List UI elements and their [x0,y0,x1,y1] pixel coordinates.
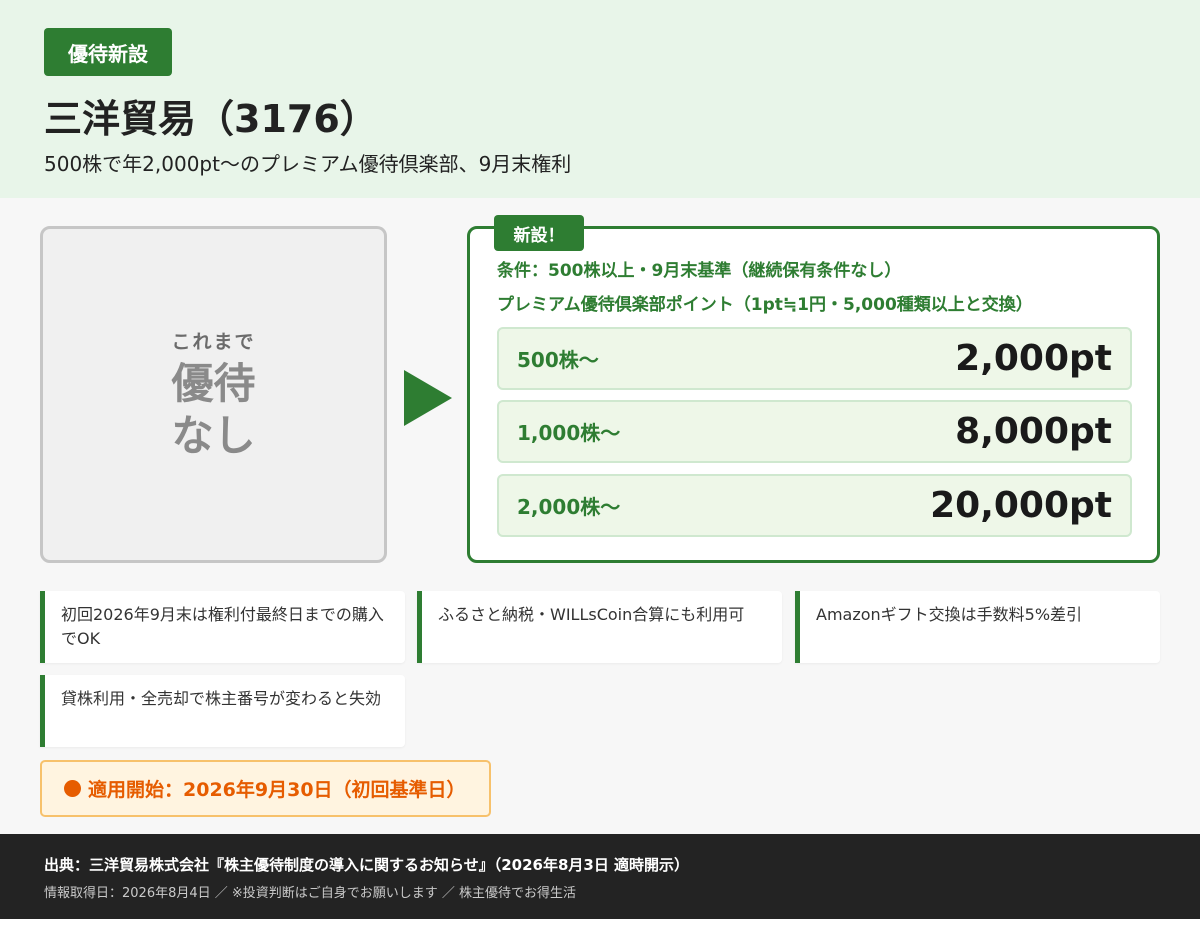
tier-points: 8,000pt [955,411,1112,452]
note-card: ふるさと納税・WILLsCoin合算にも利用可 [417,591,782,663]
arrow-right-icon [404,370,452,426]
note-card: 初回2026年9月末は権利付最終日までの購入でOK [40,591,405,663]
before-value: 優待 なし [171,358,255,462]
category-badge: 優待新設 [44,28,172,76]
note-card: Amazonギフト交換は手数料5%差引 [795,591,1160,663]
program-text: プレミアム優待倶楽部ポイント（1pt≒1円・5,000種類以上と交換） [497,295,1033,315]
before-value-line1: 優待 [171,359,256,408]
tier-points: 2,000pt [955,338,1112,379]
note-card: 貸株利用・全売却で株主番号が変わると失効 [40,675,405,747]
tier-shares: 2,000株〜 [517,495,621,519]
source-text: 出典：三洋貿易株式会社『株主優待制度の導入に関するお知らせ』（2026年8月3日… [44,856,690,874]
before-value-line2: なし [171,411,256,460]
footer: 出典：三洋貿易株式会社『株主優待制度の導入に関するお知らせ』（2026年8月3日… [0,834,1200,919]
before-label: これまで [171,331,256,353]
before-panel: これまで 優待 なし [40,226,387,563]
page-subtitle: 500株で年2,000pt〜のプレミアム優待倶楽部、9月末権利 [44,152,572,176]
tier-row: 1,000株〜 8,000pt [497,400,1132,463]
tier-shares: 500株〜 [517,348,599,372]
start-date-banner: 適用開始：2026年9月30日（初回基準日） [40,760,491,817]
page-title: 三洋貿易（3176） [44,97,378,141]
tier-points: 20,000pt [930,485,1112,526]
tier-row: 2,000株〜 20,000pt [497,474,1132,537]
new-tag: 新設！ [494,215,584,251]
main-content: これまで 優待 なし 新設！ 条件：500株以上・9月末基準（継続保有条件なし）… [0,198,1200,834]
info-text: 情報取得日：2026年8月4日 ／ ※投資判断はご自身でお願いします ／ 株主優… [44,886,577,901]
circle-icon [64,780,81,797]
tier-row: 500株〜 2,000pt [497,327,1132,390]
condition-text: 条件：500株以上・9月末基準（継続保有条件なし） [497,261,902,281]
start-date-text: 適用開始：2026年9月30日（初回基準日） [88,779,466,801]
tier-shares: 1,000株〜 [517,421,621,445]
new-benefit-panel: 新設！ 条件：500株以上・9月末基準（継続保有条件なし） プレミアム優待倶楽部… [467,215,1160,563]
header: 優待新設 三洋貿易（3176） 500株で年2,000pt〜のプレミアム優待倶楽… [0,0,1200,198]
